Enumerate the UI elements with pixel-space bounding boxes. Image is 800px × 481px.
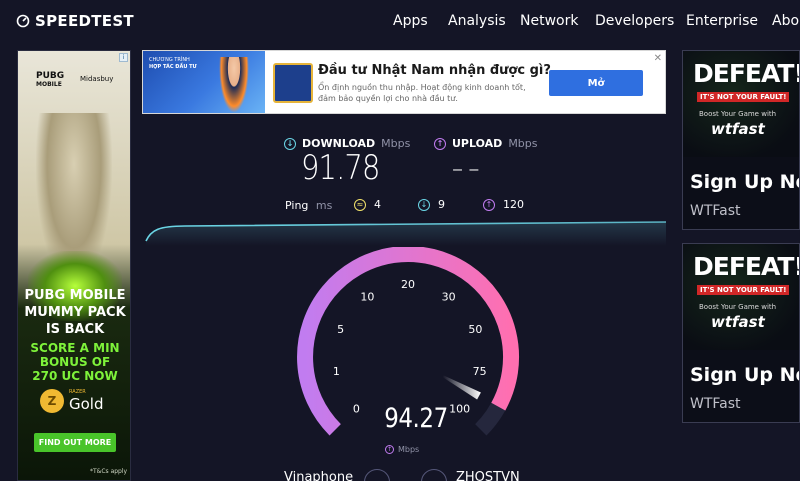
ad-headline: Đầu tư Nhật Nam nhận được gì?: [318, 63, 551, 78]
gauge-tick-label: 0: [353, 403, 360, 416]
upload-label-text: UPLOAD: [452, 137, 503, 150]
ad-title: PUBG MOBILE MUMMY PACK IS BACK: [18, 287, 130, 338]
find-out-more-button[interactable]: FIND OUT MORE: [34, 433, 116, 452]
ad-banner-image: CHƯƠNG TRÌNH HỢP TÁC ĐẦU TƯ: [143, 51, 265, 113]
presenter-image: [219, 57, 249, 113]
ad-brand: WTFast: [690, 203, 741, 219]
gauge-tick-label: 75: [473, 365, 487, 378]
ad-promo-line: BONUS OF: [39, 355, 111, 369]
ad-brand-name: PUBG: [36, 71, 65, 81]
gauge-tick-label: 20: [401, 278, 415, 291]
ping-label-text: Ping: [285, 199, 309, 212]
isp-icon: [364, 469, 390, 481]
banner-line: HỢP TÁC ĐẦU TƯ: [149, 64, 197, 70]
ad-open-button[interactable]: Mở: [549, 70, 643, 96]
ping-jitter-value: 4: [374, 198, 381, 211]
banner-line: CHƯƠNG TRÌNH: [149, 57, 190, 63]
ad-tagline: Boost Your Game with: [699, 303, 777, 311]
gauge-tick-label: 10: [360, 290, 374, 303]
gauge-tick-label: 30: [442, 290, 456, 303]
upload-arrow-icon: ↑: [483, 198, 495, 211]
upload-arrow-icon: ↑: [385, 445, 394, 454]
jitter-icon: ≈: [354, 198, 366, 211]
gold-label: Gold: [69, 395, 104, 413]
razer-gold-icon: Z: [40, 389, 64, 413]
ping-upload: ↑ 120: [483, 198, 524, 211]
gauge-current-value: 94.27: [384, 403, 448, 434]
ad-title-line: IS BACK: [45, 322, 105, 337]
ad-promo: SCORE A MIN BONUS OF 270 UC NOW: [18, 341, 130, 383]
ad-badge: IT'S NOT YOUR FAULT!: [697, 285, 790, 295]
ping-label: Ping ms: [285, 199, 332, 212]
upload-value: – –: [452, 154, 479, 184]
ad-brand-sub: MOBILE: [36, 81, 62, 88]
ad-fine-print: *T&Cs apply: [90, 468, 128, 475]
upload-arrow-icon: ↑: [434, 137, 446, 150]
ping-download-value: 9: [438, 198, 445, 211]
ad-subtext: Ổn định nguồn thu nhập. Hoạt động kinh d…: [318, 83, 526, 103]
ad-headline: DEFEAT!: [693, 252, 800, 281]
ad-title-line: PUBG MOBILE: [24, 288, 126, 303]
download-unit: Mbps: [381, 137, 411, 150]
ping-download: ↓ 9: [418, 198, 445, 211]
ad-choices-icon[interactable]: i: [119, 53, 128, 62]
ad-promo-line: 270 UC NOW: [32, 369, 118, 383]
nav-item-developers[interactable]: Developers: [595, 13, 674, 29]
gauge-tick-label: 1: [333, 365, 340, 378]
ping-upload-value: 120: [503, 198, 524, 211]
ad-headline: DEFEAT!: [693, 59, 800, 88]
gauge-unit-text: Mbps: [398, 445, 420, 454]
ad-badge: IT'S NOT YOUR FAULT!: [697, 92, 790, 102]
isp-name: Vinaphone: [284, 470, 354, 481]
gauge-unit: ↑ Mbps: [385, 445, 419, 454]
nav-item-apps[interactable]: Apps: [393, 13, 428, 29]
speedometer-icon: [16, 14, 30, 28]
gauge-tick-label: 50: [468, 323, 482, 336]
razer-gold-logo: Z RAZER Gold: [40, 389, 104, 413]
top-nav: SPEEDTEST Apps Analysis Network Develope…: [0, 0, 800, 44]
ad-tagline: Boost Your Game with: [699, 110, 777, 118]
ad-brand: PUBG MOBILE: [36, 71, 64, 88]
ad-right-wtfast-1[interactable]: DEFEAT! IT'S NOT YOUR FAULT! Boost Your …: [682, 50, 800, 230]
ad-left-pubg[interactable]: i PUBG MOBILE Midasbuy PUBG MOBILE MUMMY…: [17, 50, 131, 481]
ad-promo-line: SCORE A MIN: [30, 341, 120, 355]
download-arrow-icon: ↓: [284, 137, 296, 150]
download-arrow-icon: ↓: [418, 198, 430, 211]
download-value: 91.78: [301, 148, 380, 188]
upload-unit: Mbps: [508, 137, 538, 150]
ad-top-banner[interactable]: CHƯƠNG TRÌNH HỢP TÁC ĐẦU TƯ Đầu tư Nhật …: [142, 50, 666, 114]
ad-right-wtfast-2[interactable]: DEFEAT! IT'S NOT YOUR FAULT! Boost Your …: [682, 243, 800, 423]
nav-item-analysis[interactable]: Analysis: [448, 13, 506, 29]
sign-up-link[interactable]: Sign Up Now: [690, 364, 799, 386]
gauge-tick-label: 5: [337, 323, 344, 336]
logo-text: SPEEDTEST: [35, 12, 134, 30]
upload-label: ↑ UPLOAD Mbps: [434, 137, 538, 150]
server-icon[interactable]: [421, 469, 447, 481]
speed-graph: [145, 221, 667, 246]
sign-up-link[interactable]: Sign Up Now: [690, 171, 799, 193]
wtfast-logo: wtfast: [711, 313, 765, 331]
server-name[interactable]: ZHOSTVN: [456, 470, 520, 481]
nav-item-network[interactable]: Network: [520, 13, 578, 29]
nav-item-enterprise[interactable]: Enterprise: [686, 13, 758, 29]
nav-item-about[interactable]: About: [772, 13, 800, 29]
gauge-needle: [442, 375, 481, 400]
nhat-nam-logo: [273, 63, 313, 103]
ping-unit: ms: [315, 199, 333, 212]
speedtest-logo[interactable]: SPEEDTEST: [16, 12, 134, 30]
wtfast-logo: wtfast: [711, 120, 765, 138]
close-icon[interactable]: ✕: [654, 53, 662, 64]
ping-jitter: ≈ 4: [354, 198, 381, 211]
gauge-tick-label: 100: [449, 403, 470, 416]
ad-brand: WTFast: [690, 396, 741, 412]
ad-title-line: MUMMY PACK: [24, 305, 126, 320]
ad-partner: Midasbuy: [80, 75, 114, 83]
